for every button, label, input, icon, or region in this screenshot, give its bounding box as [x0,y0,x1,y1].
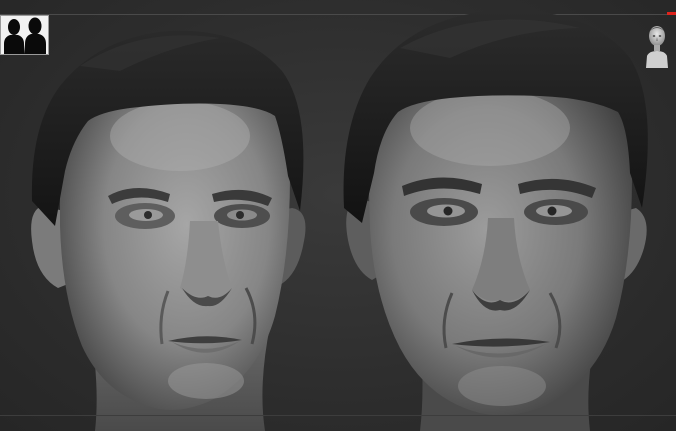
viewport-indicator [667,12,676,15]
head-sculpt-right[interactable] [340,8,660,431]
3d-viewport[interactable] [0,0,676,431]
head-sculpt-left[interactable] [20,26,320,431]
viewport-bottom-border [0,415,676,416]
